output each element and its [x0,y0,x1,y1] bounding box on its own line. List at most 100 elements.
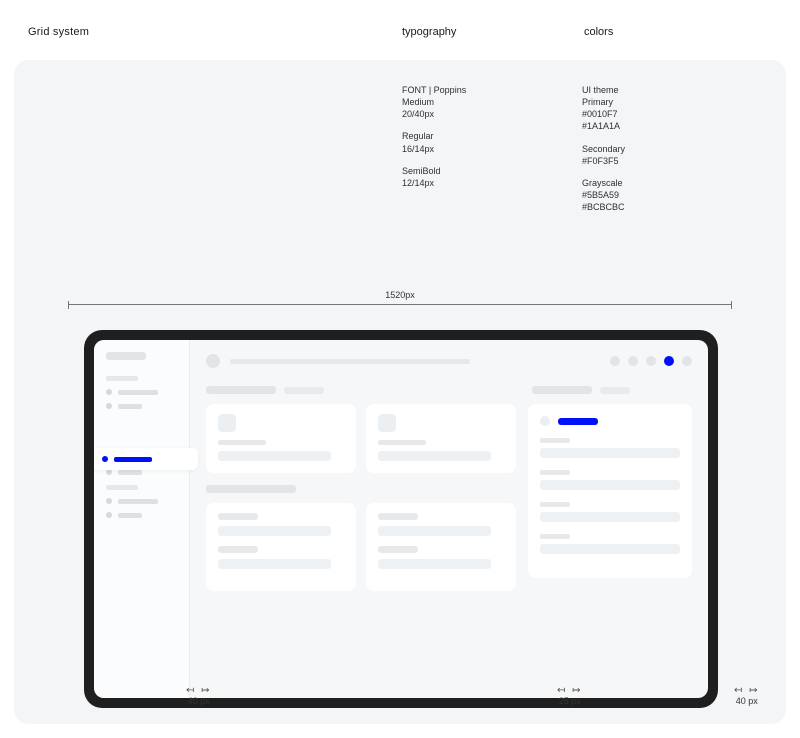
grayscale-color-0: #5B5A59 [582,189,625,201]
gutter-metric: ↤ ↦ 25 px [557,686,583,706]
dot-icon [106,403,112,409]
stat-card[interactable] [366,404,516,473]
tablet-frame [84,330,718,708]
nav-group-2-label [106,485,138,490]
section-title [206,485,296,493]
card-row [218,559,331,569]
sidebar [94,340,190,698]
card-icon [218,414,236,432]
aside-title [532,386,592,394]
action-dot-icon[interactable] [628,356,638,366]
outer-margin-label: 40 px [734,696,760,706]
outer-margin-right-metric: ↤ ↦ 40 px [734,686,760,706]
secondary-label: Secondary [582,143,625,155]
width-ruler: 1520px [68,290,732,312]
nav-item[interactable] [106,498,179,504]
card-row [378,526,491,536]
arrows-icon: ↤ ↦ [557,686,583,696]
spec-panel: FONT | Poppins Medium 20/40px Regular 16… [14,60,786,724]
notification-dot-icon[interactable] [664,356,674,366]
action-dot-icon[interactable] [610,356,620,366]
primary-color-1: #1A1A1A [582,120,625,132]
list-item-label [540,534,570,539]
dot-icon [106,512,112,518]
action-dot-icon[interactable] [646,356,656,366]
breadcrumb [230,359,470,364]
nav-item[interactable] [106,389,179,395]
card-row [378,559,491,569]
dot-icon [102,456,108,462]
font-weight-2: SemiBold [402,165,582,177]
aside-card-icon [540,416,550,426]
card-value [218,451,331,461]
tablet-screen [94,340,708,698]
logo-placeholder [106,352,146,360]
typography-specs: FONT | Poppins Medium 20/40px Regular 16… [402,84,582,223]
width-ruler-label: 1520px [68,290,732,300]
list-item-value [540,544,680,554]
outer-margin-left-metric: ↤ ↦ 40 px [186,686,212,706]
action-dot-icon[interactable] [682,356,692,366]
topbar [206,354,692,368]
aside-card[interactable] [528,404,692,578]
card-icon [378,414,396,432]
nav-item-label [118,470,142,475]
font-size-1: 16/14px [402,143,582,155]
card-label [378,513,418,520]
card-label [378,440,426,445]
font-size-2: 12/14px [402,177,582,189]
list-item-value [540,480,680,490]
list-item-value [540,448,680,458]
grayscale-label: Grayscale [582,177,625,189]
list-item-value [540,512,680,522]
nav-item-label [114,457,152,462]
nav-item-label [118,499,158,504]
arrows-icon: ↤ ↦ [186,686,212,696]
heading-grid-system: Grid system [28,26,402,38]
aside-card-title [558,418,598,425]
card-label [218,546,258,553]
dot-icon [106,389,112,395]
topbar-actions [610,356,692,366]
card-value [378,451,491,461]
avatar-icon[interactable] [206,354,220,368]
font-weight-0: Medium [402,96,582,108]
color-specs: UI theme Primary #0010F7 #1A1A1A Seconda… [582,84,625,223]
info-card[interactable] [366,503,516,591]
dot-icon [106,498,112,504]
heading-colors: colors [584,26,613,38]
nav-group-1-label [106,376,138,381]
list-item-label [540,502,570,507]
list-item-label [540,470,570,475]
nav-item-label [118,404,142,409]
aside-subtitle [600,387,630,394]
nav-item-active[interactable] [94,448,198,470]
section-title [206,386,276,394]
secondary-color-0: #F0F3F5 [582,155,625,167]
arrows-icon: ↤ ↦ [734,686,760,696]
outer-margin-label: 40 px [186,696,212,706]
heading-typography: typography [402,26,584,38]
section-subtitle [284,387,324,394]
font-weight-1: Regular [402,130,582,142]
card-label [378,546,418,553]
font-size-0: 20/40px [402,108,582,120]
card-label [218,513,258,520]
list-item-label [540,438,570,443]
main-content [190,340,708,698]
spacing-metrics: ↤ ↦ 40 px ↤ ↦ 25 px ↤ ↦ 40 px [14,686,786,718]
card-label [218,440,266,445]
card-row [218,526,331,536]
gutter-label: 25 px [557,696,583,706]
nav-item[interactable] [106,403,179,409]
nav-item-label [118,513,142,518]
info-card[interactable] [206,503,356,591]
ui-theme-label: UI theme [582,84,625,96]
nav-item[interactable] [106,512,179,518]
nav-item-label [118,390,158,395]
stat-card[interactable] [206,404,356,473]
primary-color-0: #0010F7 [582,108,625,120]
font-label: FONT | Poppins [402,84,582,96]
grayscale-color-1: #BCBCBC [582,201,625,213]
primary-label: Primary [582,96,625,108]
